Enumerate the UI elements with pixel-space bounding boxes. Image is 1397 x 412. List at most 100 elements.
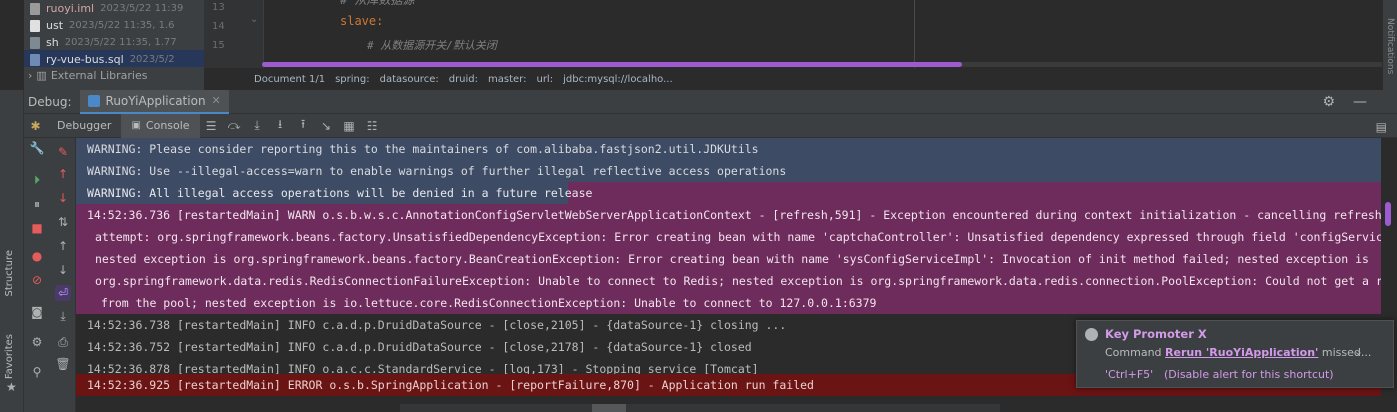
disable-alert-link[interactable]: (Disable alert for this shortcut) (1164, 368, 1334, 381)
debug-toolbar: ✱ Debugger ▣ Console ☰ ⤼ ⤓ ⭳ ⭱ ↘ ▦ ☷ (24, 113, 1397, 138)
scrollbar-thumb[interactable] (262, 62, 962, 67)
chevron-down-icon[interactable]: ⌄ (1354, 345, 1363, 358)
breadcrumb-item[interactable]: url: (536, 74, 553, 85)
scroll-down-icon[interactable]: ↓ (55, 262, 71, 278)
run-to-cursor-icon[interactable]: ↘ (315, 114, 338, 138)
mute-breakpoints-icon[interactable]: ⊘ (29, 272, 45, 288)
console-line: WARNING: Please consider reporting this … (76, 138, 1381, 160)
tab-console[interactable]: ▣ Console (121, 113, 200, 138)
project-file-item[interactable]: sh 2023/5/22 11:35, 1.77 (30, 34, 177, 51)
breadcrumb-item[interactable]: spring: (335, 74, 370, 85)
line-number: 15 (212, 40, 225, 51)
tab-label: RuoYiApplication (105, 93, 206, 108)
console-line: WARNING: All illegal access operations w… (87, 186, 593, 200)
debug-tool-window-header: Debug: RuoYiApplication ✕ ⚙ — (24, 89, 1397, 114)
console-icon: ▣ (131, 120, 141, 131)
print-icon[interactable]: ⎙ (55, 334, 71, 350)
console-line: 14:52:36.736 [restartedMain] WARN o.s.b.… (87, 208, 1381, 222)
message-prefix: Command (1105, 346, 1166, 359)
show-execution-point-icon[interactable]: ⤼ (223, 114, 246, 138)
file-name: ust (46, 19, 64, 32)
bug-icon[interactable]: ✱ (24, 114, 47, 138)
layout-settings-icon[interactable]: ▤ (1376, 120, 1387, 134)
debug-label: Debug: (28, 94, 72, 109)
view-breakpoints-icon[interactable]: ● (29, 248, 45, 264)
file-meta: 2023/5/2 (129, 54, 175, 65)
debug-side-controls: 🔧 ⏵ ⏸ ■ ● ⊘ ◙ ⚙ ⚲ (24, 138, 50, 412)
line-gutter: 13 14 15 ⌄ (204, 0, 264, 68)
breadcrumb-item[interactable]: druid: (449, 74, 478, 85)
camera-icon[interactable]: ◙ (29, 304, 45, 320)
evaluate-expression-icon[interactable]: ▦ (338, 114, 361, 138)
step-into-icon[interactable]: ⭳ (269, 114, 292, 138)
pin-icon[interactable]: ⚲ (29, 364, 45, 380)
file-meta: 2023/5/22 11:35, 1.77 (64, 37, 177, 48)
gear-icon[interactable]: ⚙ (1322, 94, 1335, 110)
file-icon (30, 2, 40, 15)
scroll-to-end-icon[interactable]: ⤓ (55, 308, 71, 324)
file-meta: 2023/5/22 11:39 (100, 3, 184, 14)
structure-tool-button[interactable]: Structure (4, 250, 15, 297)
run-config-icon (87, 94, 100, 107)
breadcrumb-item[interactable]: Document 1/1 (254, 74, 325, 85)
taskbar-edge (400, 404, 1000, 412)
console-line: WARNING: Use --illegal-access=warn to en… (76, 160, 1381, 182)
step-over-icon[interactable]: ⤓ (246, 114, 269, 138)
code-editor[interactable]: # 从库数据源 slave: # 从数据源开关/默认关闭 (264, 0, 914, 68)
project-file-item[interactable]: ry-vue-bus.sql 2023/5/2 (30, 51, 175, 68)
rerun-link[interactable]: Rerun 'RuoYiApplication' (1165, 346, 1318, 359)
down-arrow-icon[interactable]: ↓ (55, 190, 71, 206)
console-line: from the pool; nested exception is io.le… (101, 296, 877, 310)
tab-debugger[interactable]: Debugger (47, 114, 121, 138)
clear-icon[interactable]: ✎ (55, 144, 71, 160)
close-icon[interactable]: ✕ (212, 94, 221, 107)
breadcrumb-item[interactable]: master: (488, 74, 526, 85)
resume-icon[interactable]: ⏵ (29, 172, 45, 188)
wrench-icon[interactable]: 🔧 (29, 140, 45, 156)
key-promoter-icon (1085, 328, 1098, 341)
editor-area: ruoyi.iml 2023/5/22 11:39 ust 2023/5/22 … (0, 0, 1397, 90)
taskbar-item (592, 404, 626, 412)
tab-ruoyi-application[interactable]: RuoYiApplication ✕ (79, 89, 229, 114)
file-name: ry-vue-bus.sql (46, 53, 124, 66)
left-tool-stripe: Structure Favorites ★ (0, 90, 24, 412)
scrollbar-thumb[interactable] (1385, 202, 1391, 226)
shell-file-icon (30, 36, 40, 49)
trash-icon[interactable]: 🗑 (55, 356, 71, 372)
up-arrow-icon[interactable]: ↑ (55, 166, 71, 182)
project-file-item[interactable]: ruoyi.iml 2023/5/22 11:39 (30, 0, 183, 17)
console-side-controls: ✎ ↑ ↓ ⇅ ↑ ↓ ⏎ ⤓ ⎙ 🗑 (50, 138, 76, 412)
console-line: attempt: org.springframework.beans.facto… (95, 230, 1381, 244)
file-name: sh (46, 36, 59, 49)
notifications-tool-button[interactable]: Notifications (1385, 18, 1395, 74)
sql-file-icon (30, 53, 40, 66)
favorites-tool-button[interactable]: Favorites (4, 334, 15, 379)
soft-wrap-icon[interactable]: ⏎ (55, 285, 71, 301)
pause-icon[interactable]: ⏸ (29, 196, 45, 212)
line-number: 14 (212, 21, 225, 32)
notification-message: Command Rerun 'RuoYiApplication' missed.… (1105, 346, 1371, 359)
stop-icon[interactable]: ■ (29, 220, 45, 236)
library-icon: ▥ (36, 68, 47, 82)
project-file-item[interactable]: ust 2023/5/22 11:35, 1.6 (30, 17, 175, 34)
star-icon: ★ (6, 380, 17, 394)
trace-icon[interactable]: ☷ (361, 114, 384, 138)
line-number: 13 (212, 2, 225, 13)
external-libraries-item[interactable]: › ▥ External Libraries (28, 67, 147, 83)
key-promoter-notification[interactable]: Key Promoter X Command Rerun 'RuoYiAppli… (1076, 320, 1394, 388)
file-name: ruoyi.iml (46, 2, 95, 15)
code-line: # 从数据源开关/默认关闭 (367, 39, 497, 52)
minimize-icon[interactable]: — (1353, 94, 1367, 110)
breadcrumb-item[interactable]: jdbc:mysql://localho... (563, 74, 673, 85)
editor-horizontal-scrollbar[interactable] (262, 62, 1382, 67)
shortcut-text: 'Ctrl+F5' (1105, 368, 1154, 381)
step-out-icon[interactable]: ⭱ (292, 114, 315, 138)
external-libraries-label: External Libraries (50, 68, 148, 82)
chevron-right-icon: › (28, 68, 33, 82)
menu-icon[interactable]: ☰ (200, 114, 223, 138)
sort-icon[interactable]: ⇅ (55, 214, 71, 230)
settings-icon[interactable]: ⚙ (29, 334, 45, 350)
scroll-up-icon[interactable]: ↑ (55, 238, 71, 254)
breadcrumb-item[interactable]: datasource: (380, 74, 439, 85)
fold-icon[interactable]: ⌄ (250, 14, 258, 25)
